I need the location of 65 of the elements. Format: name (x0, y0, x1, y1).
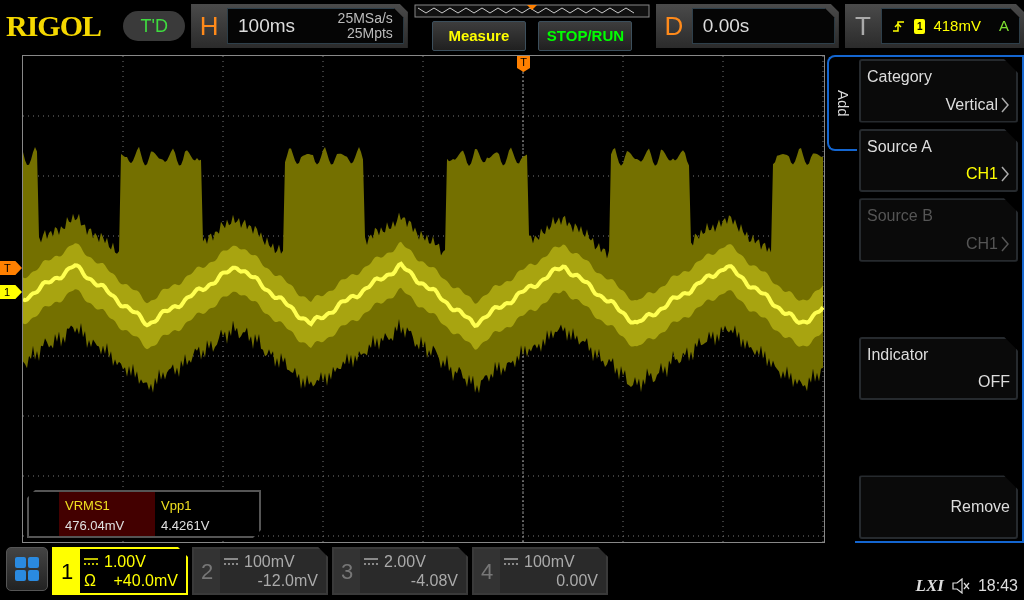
channel-tab[interactable]: 3 2.00V -4.08V (332, 547, 468, 595)
channel-offset: -4.08V (410, 571, 458, 590)
dc-coupling-icon (504, 557, 518, 566)
channel-scale: 2.00V (384, 552, 426, 571)
menu-value: OFF (978, 372, 1010, 393)
timebase-panel[interactable]: H 100ms 25MSa/s 25Mpts (191, 4, 408, 48)
delay-panel[interactable]: D 0.00s (655, 4, 839, 48)
menu-value: CH1 (966, 233, 998, 254)
measurement-name: VRMS1 (65, 497, 111, 515)
chevron-icon (1000, 234, 1010, 253)
dc-coupling-icon (364, 557, 378, 566)
trigger-level: 418mV (933, 15, 981, 36)
channel-offset: -12.0mV (257, 571, 318, 590)
menu-label: Category (867, 67, 933, 87)
panel-label: H (198, 9, 220, 43)
chevron-icon (1000, 95, 1010, 114)
channel-tab[interactable]: 4 100mV 0.00V (472, 547, 608, 595)
channel-tab[interactable]: 1 1.00V Ω +40.0mV (52, 547, 188, 595)
trigger-mode: A (998, 15, 1009, 36)
channel-offset: +40.0mV (113, 571, 178, 590)
trigger-panel[interactable]: T 1 418mV A (844, 4, 1024, 48)
panel-label: T (853, 9, 872, 43)
impedance-symbol: Ω (84, 571, 96, 590)
menu-button[interactable]: Indicator OFF (859, 336, 1018, 401)
dc-coupling-icon (224, 557, 238, 566)
measurement-value: 4.4261V (161, 517, 211, 535)
brand-logo: RIGOL (6, 8, 103, 44)
timebase-value: 100ms (238, 13, 296, 38)
level-marker[interactable]: T (0, 261, 22, 275)
menu-value: Vertical (945, 94, 998, 115)
menu-label: Source B (867, 206, 934, 227)
grid-icon (14, 556, 40, 582)
chevron-icon (1000, 165, 1010, 184)
sample-rate: 25MSa/s (337, 11, 393, 26)
menu-value: CH1 (966, 164, 998, 185)
speaker-muted-icon[interactable] (951, 577, 970, 594)
menu-button[interactable]: Source A CH1 (859, 128, 1018, 193)
menu-tab[interactable]: Add (827, 55, 857, 151)
stop-run-button[interactable]: STOP/RUN (537, 21, 632, 51)
measure-button[interactable]: Measure (431, 21, 526, 51)
mode-badge[interactable]: T'D (123, 11, 186, 41)
channel-offset: 0.00V (556, 571, 598, 590)
level-marker[interactable]: 1 (0, 285, 22, 299)
measurement-name: Vpp1 (161, 497, 193, 515)
menu-label: Source A (867, 136, 933, 157)
channel-scale: 100mV (244, 552, 295, 571)
channel-scale: 1.00V (104, 552, 146, 571)
trigger-position-marker[interactable]: T (517, 56, 530, 72)
rising-edge-icon (891, 19, 906, 33)
channel-scale: 100mV (524, 552, 575, 571)
panel-label: D (663, 9, 685, 43)
channel-badge: 1 (913, 18, 926, 34)
measurement-item[interactable]: VRMS1 476.04mV (59, 492, 155, 536)
menu-button[interactable]: Category Vertical (859, 59, 1018, 123)
menu-label: Indicator (867, 344, 930, 365)
clock-time: 18:43 (977, 575, 1018, 596)
action-label: Remove (950, 497, 1010, 518)
memory-depth: 25Mpts (345, 26, 393, 41)
lxi-logo: LXI (915, 575, 944, 597)
apps-button[interactable] (6, 547, 48, 591)
delay-value: 0.00s (702, 13, 750, 38)
measurement-value: 476.04mV (65, 517, 126, 535)
dc-coupling-icon (84, 557, 98, 566)
menu-button[interactable]: Remove (859, 475, 1018, 539)
channel-tab[interactable]: 2 100mV -12.0mV (192, 547, 328, 595)
